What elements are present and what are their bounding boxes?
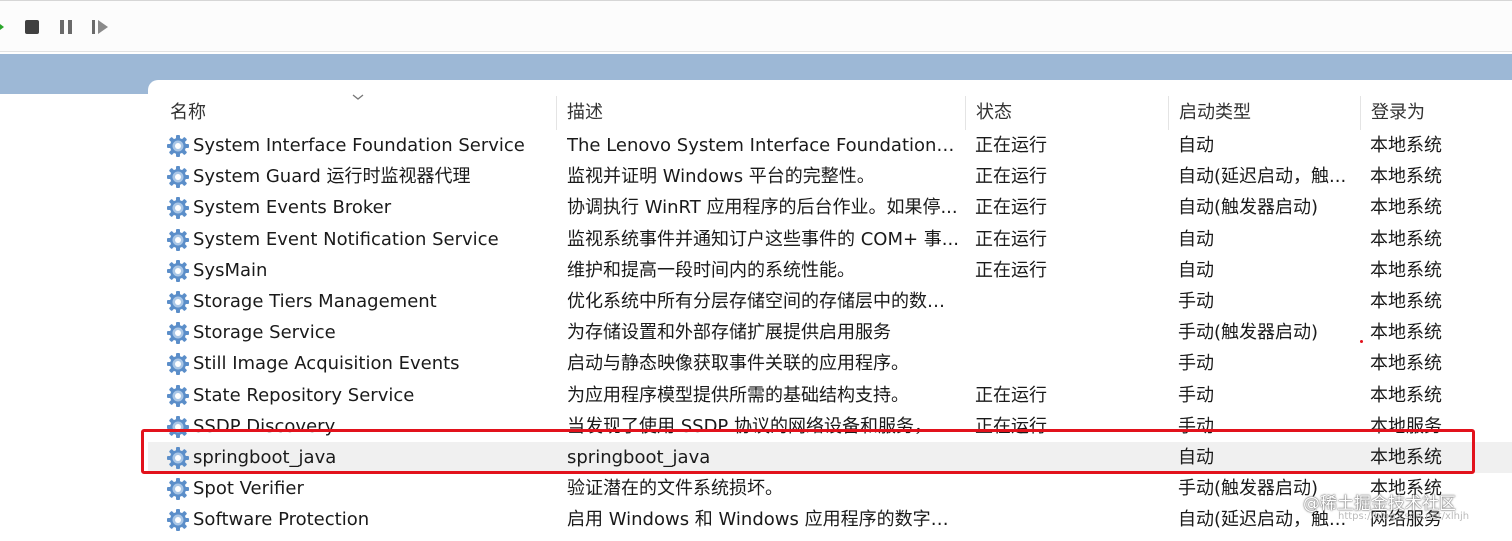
play-icon[interactable]: [0, 18, 6, 36]
service-name: Spot Verifier: [193, 478, 304, 500]
service-gear-icon: [167, 290, 189, 313]
service-startup-type: 自动: [1178, 135, 1214, 156]
stop-icon[interactable]: [24, 18, 40, 36]
service-description: The Lenovo System Interface Foundation S…: [567, 135, 959, 156]
service-startup-type: 自动(延迟启动，触...: [1178, 166, 1347, 188]
service-gear-icon: [167, 509, 189, 532]
column-header-status[interactable]: 状态: [965, 96, 1168, 130]
watermark: @稀土掘金技术社区: [1303, 494, 1456, 514]
service-row[interactable]: System Guard 运行时监视器代理 监视并证明 Windows 平台的完整…: [148, 161, 1512, 192]
service-log-on-as: 本地系统: [1370, 166, 1442, 188]
restart-icon[interactable]: [90, 18, 110, 36]
service-status: 正在运行: [975, 166, 1047, 188]
service-description: 维护和提高一段时间内的系统性能。: [567, 259, 855, 281]
service-name: Software Protection: [193, 509, 370, 531]
service-row[interactable]: System Events Broker 协调执行 WinRT 应用程序的后台作业…: [148, 192, 1512, 223]
service-name: State Repository Service: [193, 384, 415, 406]
service-log-on-as: 本地系统: [1370, 322, 1442, 344]
service-row[interactable]: Storage Tiers Management 优化系统中所有分层存储空间的存储…: [148, 286, 1512, 317]
service-log-on-as: 本地系统: [1370, 290, 1442, 312]
service-status: 正在运行: [975, 135, 1047, 156]
service-row[interactable]: SysMain 维护和提高一段时间内的系统性能。 正在运行 自动 本地系统: [148, 255, 1512, 286]
service-gear-icon: [167, 478, 189, 501]
service-gear-icon: [167, 353, 189, 376]
service-log-on-as: 本地系统: [1370, 197, 1442, 219]
service-name: Still Image Acquisition Events: [193, 353, 460, 375]
column-header-startup-type[interactable]: 启动类型: [1168, 96, 1360, 130]
service-name: System Events Broker: [193, 197, 392, 219]
column-header-row: 名称 描述 状态 启动类型 登录为: [148, 94, 1512, 130]
pause-icon[interactable]: [58, 18, 74, 36]
service-row[interactable]: System Event Notification Service 监视系统事件并…: [148, 224, 1512, 255]
service-log-on-as: 本地系统: [1370, 135, 1442, 156]
service-description: 协调执行 WinRT 应用程序的后台作业。如果停...: [567, 197, 958, 219]
service-description: 验证潜在的文件系统损坏。: [567, 478, 783, 500]
column-header-name[interactable]: 名称: [160, 96, 556, 130]
service-row[interactable]: Storage Service 为存储设置和外部存储扩展提供启用服务 手动(触发器启…: [148, 317, 1512, 348]
service-description: 为应用程序模型提供所需的基础结构支持。: [567, 384, 909, 406]
service-status: 正在运行: [975, 197, 1047, 219]
service-status: 正在运行: [975, 228, 1047, 250]
service-startup-type: 自动(触发器启动): [1178, 197, 1319, 219]
service-description: 监视并证明 Windows 平台的完整性。: [567, 166, 875, 188]
service-startup-type: 自动: [1178, 259, 1214, 281]
service-name: Storage Service: [193, 322, 336, 344]
service-gear-icon: [167, 166, 189, 189]
service-row[interactable]: Still Image Acquisition Events 启动与静态映像获取事…: [148, 348, 1512, 379]
highlight-box: [141, 429, 1475, 474]
service-row[interactable]: System Interface Foundation Service The L…: [148, 130, 1512, 161]
service-description: 启动与静态映像获取事件关联的应用程序。: [567, 353, 909, 375]
service-startup-type: 手动: [1178, 290, 1214, 312]
service-log-on-as: 本地系统: [1370, 259, 1442, 281]
watermark-url: https://blog.csdn.net/xlhjh: [1338, 511, 1470, 522]
column-header-description[interactable]: 描述: [556, 96, 966, 130]
service-name: SysMain: [193, 259, 268, 281]
service-startup-type: 手动: [1178, 353, 1214, 375]
service-startup-type: 手动(触发器启动): [1178, 322, 1319, 344]
service-description: 优化系统中所有分层存储空间的存储层中的数据...: [567, 290, 959, 312]
service-log-on-as: 本地系统: [1370, 384, 1442, 406]
service-description: 为存储设置和外部存储扩展提供启用服务: [567, 322, 891, 344]
service-name: System Event Notification Service: [193, 228, 499, 250]
service-description: 启用 Windows 和 Windows 应用程序的数字许...: [567, 509, 959, 531]
service-gear-icon: [167, 259, 189, 282]
service-log-on-as: 本地系统: [1370, 228, 1442, 250]
toolbar: [0, 0, 1512, 52]
service-name: System Interface Foundation Service: [193, 135, 525, 156]
service-gear-icon: [167, 322, 189, 345]
service-gear-icon: [167, 135, 189, 157]
service-name: System Guard 运行时监视器代理: [193, 166, 471, 188]
column-header-log-on-as[interactable]: 登录为: [1360, 96, 1452, 130]
service-startup-type: 手动: [1178, 384, 1214, 406]
service-log-on-as: 本地系统: [1370, 353, 1442, 375]
service-row[interactable]: State Repository Service 为应用程序模型提供所需的基础结构…: [148, 380, 1512, 411]
service-startup-type: 自动: [1178, 228, 1214, 250]
services-list: System Interface Foundation Service The L…: [148, 130, 1512, 535]
service-gear-icon: [167, 228, 189, 251]
service-gear-icon: [167, 197, 189, 220]
service-status: 正在运行: [975, 384, 1047, 406]
red-dot-mark: [1360, 340, 1363, 343]
service-gear-icon: [167, 384, 189, 407]
service-name: Storage Tiers Management: [193, 290, 437, 312]
service-description: 监视系统事件并通知订户这些事件的 COM+ 事...: [567, 228, 959, 250]
service-status: 正在运行: [975, 259, 1047, 281]
